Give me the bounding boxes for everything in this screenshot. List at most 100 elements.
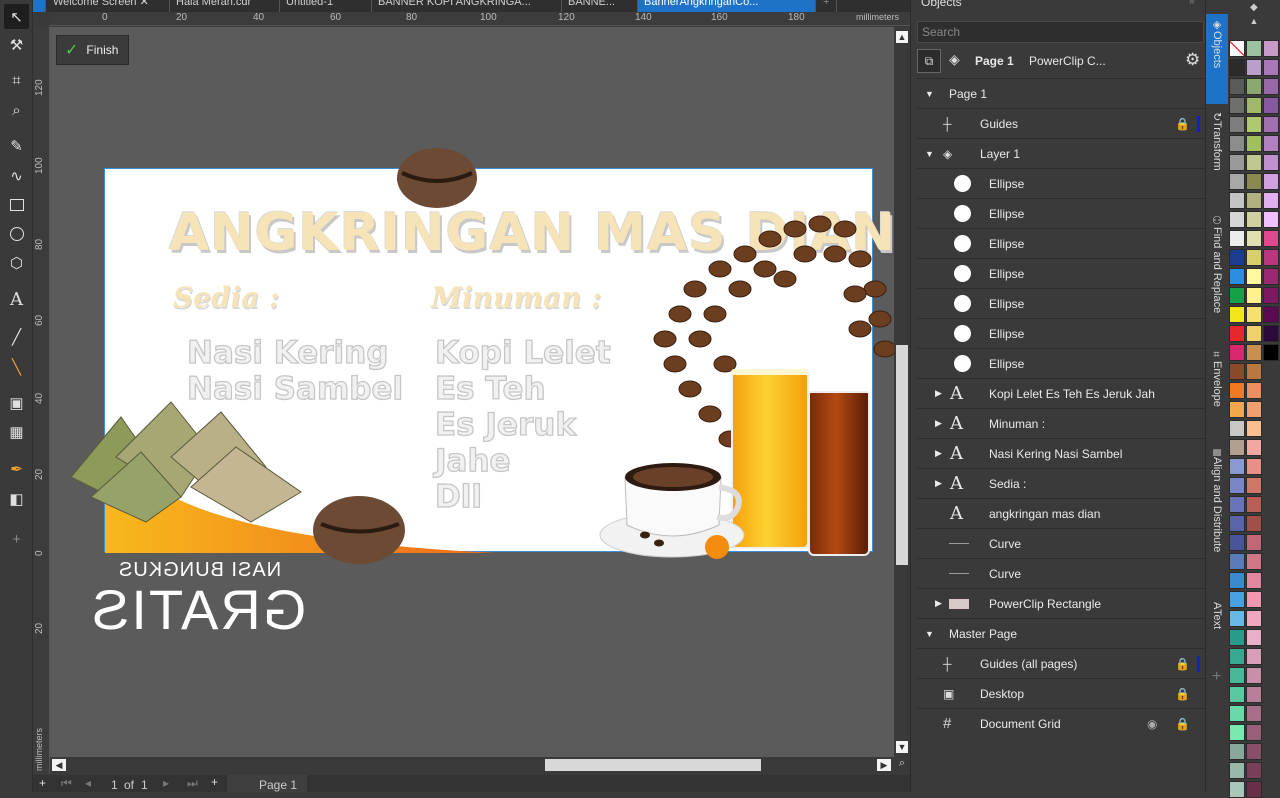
color-swatch[interactable] [1263,344,1279,361]
color-swatch[interactable] [1229,173,1245,190]
coffee-cup-image[interactable] [597,447,757,567]
tab-banne[interactable]: BANNE... [562,0,638,12]
expand-arrow-icon[interactable]: ▼ [925,89,934,99]
drawing-canvas[interactable]: ✓ Finish ANGKRINGAN MAS DIAN Sedia : Nas… [50,27,895,757]
tree-text[interactable]: ▶ A Minuman : [917,408,1205,438]
tab-banner-kopi[interactable]: BANNER KOPI ANGKRINGA... [372,0,562,12]
color-swatch[interactable] [1246,762,1262,779]
color-swatch[interactable] [1263,116,1279,133]
color-swatch[interactable] [1229,78,1245,95]
docker-tab-transform[interactable]: ↻ Transform [1206,108,1228,198]
minuman-heading[interactable]: Minuman : [431,281,602,314]
docker-tab-align[interactable]: ≣ Align and Distribute [1206,444,1228,594]
transparency-tool-icon[interactable]: ▦ [4,419,29,444]
add-page-icon[interactable]: + [39,776,46,790]
shape-tool-icon[interactable]: ⚒ [4,32,29,57]
polygon-tool-icon[interactable]: ⬡ [4,250,29,275]
gear-icon[interactable]: ⚙ [1185,50,1200,70]
breadcrumb-object[interactable]: PowerClip C... [1029,54,1106,68]
mirrored-gratis[interactable]: GRATIS [90,577,306,642]
finish-button[interactable]: ✓ Finish [56,35,129,65]
color-swatch[interactable] [1229,667,1245,684]
tab-untitled-1[interactable]: Untitled-1 [280,0,372,12]
tab-banner-angkringan[interactable]: BannerAngkringanCo... [638,0,816,12]
color-swatch[interactable] [1263,306,1279,323]
crop-tool-icon[interactable]: ⌗ [4,68,29,93]
eyedropper-tool-icon[interactable]: ✒ [4,456,29,481]
color-swatch[interactable] [1263,230,1279,247]
vertical-scrollbar[interactable]: ▲ ▼ [894,27,910,757]
lock-icon[interactable]: 🔒 [1175,657,1190,671]
tree-document-grid[interactable]: # Document Grid ◉ 🔒 [917,708,1205,738]
freehand-tool-icon[interactable]: ✎ [4,133,29,158]
color-swatch[interactable] [1263,59,1279,76]
color-swatch[interactable] [1229,743,1245,760]
scroll-up-icon[interactable]: ▲ [896,31,908,43]
color-swatch[interactable] [1246,363,1262,380]
first-page-icon[interactable]: ⏮ [61,776,72,791]
scroll-down-icon[interactable]: ▼ [896,741,908,753]
color-swatch[interactable] [1229,135,1245,152]
tree-page-1[interactable]: ▼ Page 1 [917,78,1205,108]
color-swatch[interactable] [1246,496,1262,513]
page-view-icon[interactable]: ⧉ [917,49,941,73]
color-swatch[interactable] [1246,781,1262,798]
coffee-bean-image[interactable] [311,494,407,566]
color-swatch[interactable] [1246,572,1262,589]
line-tool-icon[interactable]: ╱ [4,324,29,349]
color-swatch[interactable] [1246,743,1262,760]
panel-collapse-icon[interactable]: » [1189,0,1195,7]
color-swatch[interactable] [1263,135,1279,152]
color-swatch[interactable] [1229,477,1245,494]
breadcrumb-page[interactable]: Page 1 [975,54,1014,68]
color-swatch[interactable] [1246,154,1262,171]
color-swatch[interactable] [1246,135,1262,152]
minuman-item[interactable]: Kopi Lelet [434,334,611,371]
color-swatch[interactable] [1229,116,1245,133]
color-swatch[interactable] [1246,534,1262,551]
color-swatch[interactable] [1229,382,1245,399]
color-swatch[interactable] [1229,154,1245,171]
color-swatch[interactable] [1246,629,1262,646]
color-swatch[interactable] [1229,553,1245,570]
add-tool-icon[interactable]: + [4,527,29,552]
color-swatch[interactable] [1229,211,1245,228]
color-swatch[interactable] [1246,59,1262,76]
color-swatch[interactable] [1246,610,1262,627]
color-swatch[interactable] [1246,686,1262,703]
fill-tool-icon[interactable]: ◧ [4,486,29,511]
tree-curve[interactable]: Curve [917,528,1205,558]
next-page-icon[interactable]: ▸ [163,776,169,790]
color-swatch[interactable] [1229,97,1245,114]
color-swatch[interactable] [1263,268,1279,285]
sedia-heading[interactable]: Sedia : [173,281,279,314]
docker-tab-envelope[interactable]: ⌗ Envelope [1206,346,1228,436]
zoom-tool-icon[interactable]: ⌕ [4,98,29,123]
color-swatch[interactable] [1229,610,1245,627]
color-swatch[interactable] [1229,629,1245,646]
docker-tab-objects[interactable]: ◈ Objects [1206,14,1228,104]
color-swatch[interactable] [1246,648,1262,665]
color-swatch[interactable] [1229,249,1245,266]
color-swatch[interactable] [1263,40,1279,57]
tree-ellipse[interactable]: Ellipse [917,348,1205,378]
scroll-thumb[interactable] [545,759,761,771]
color-swatch[interactable] [1246,458,1262,475]
color-swatch[interactable] [1229,496,1245,513]
color-swatch[interactable] [1229,268,1245,285]
color-swatch[interactable] [1229,572,1245,589]
color-swatch[interactable] [1263,173,1279,190]
expand-arrow-icon[interactable]: ▶ [935,418,942,429]
coffee-bean-top-image[interactable] [396,147,478,209]
color-swatch[interactable] [1263,325,1279,342]
horizontal-ruler[interactable]: 0 20 40 60 80 100 120 140 160 180 millim… [50,12,910,26]
color-swatch[interactable] [1229,325,1245,342]
color-swatch[interactable] [1246,724,1262,741]
color-swatch[interactable] [1246,439,1262,456]
home-icon[interactable] [33,0,46,12]
color-swatch[interactable] [1246,230,1262,247]
page-tab[interactable]: Page 1 [227,775,307,792]
color-swatch[interactable] [1229,458,1245,475]
new-tab-icon[interactable]: + [817,0,837,12]
lock-icon[interactable]: 🔒 [1175,117,1190,131]
